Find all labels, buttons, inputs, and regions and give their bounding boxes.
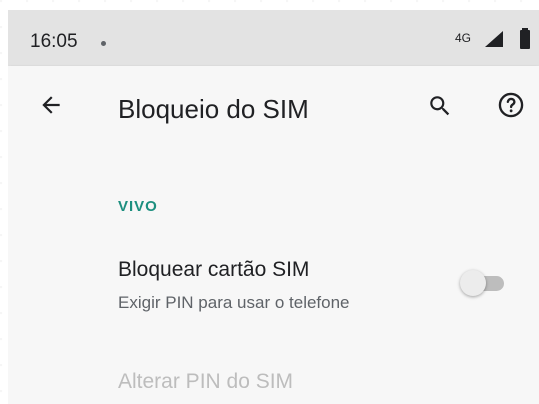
toggle-thumb bbox=[460, 270, 486, 296]
battery-icon bbox=[520, 28, 530, 49]
settings-content: VIVO Bloquear cartão SIM Exigir PIN para… bbox=[8, 150, 539, 404]
status-time: 16:05 bbox=[30, 31, 78, 52]
sim-lock-subtitle: Exigir PIN para usar o telefone bbox=[118, 293, 350, 312]
sim-lock-setting[interactable]: Bloquear cartão SIM Exigir PIN para usar… bbox=[8, 238, 539, 322]
back-arrow-icon bbox=[42, 96, 60, 114]
page-title: Bloqueio do SIM bbox=[118, 94, 309, 124]
app-bar: Bloqueio do SIM bbox=[8, 66, 539, 150]
search-button[interactable] bbox=[425, 91, 455, 121]
change-pin-setting[interactable]: Alterar PIN do SIM bbox=[8, 346, 539, 396]
help-button[interactable] bbox=[496, 90, 526, 120]
sim-lock-title: Bloquear cartão SIM bbox=[118, 258, 310, 281]
notification-dot-icon bbox=[101, 41, 106, 46]
back-button[interactable] bbox=[36, 90, 66, 120]
network-type: 4G bbox=[455, 31, 472, 45]
sim-lock-toggle[interactable] bbox=[460, 270, 508, 296]
help-icon bbox=[498, 92, 524, 118]
phone-screen: 16:05 4G Bloqueio do SIM VIVO Bloquear c… bbox=[8, 10, 539, 404]
change-pin-title: Alterar PIN do SIM bbox=[118, 370, 294, 393]
status-bar: 16:05 4G bbox=[8, 10, 539, 66]
search-icon bbox=[430, 96, 450, 116]
signal-icon bbox=[485, 31, 503, 47]
section-header: VIVO bbox=[118, 198, 158, 215]
